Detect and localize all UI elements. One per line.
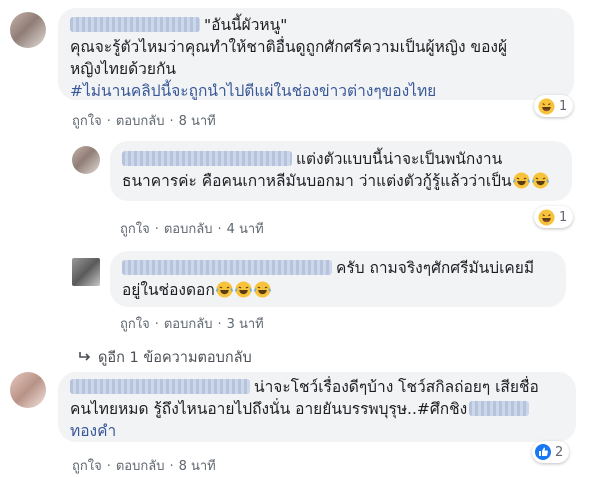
comment-time[interactable]: 8 นาที — [179, 114, 216, 129]
comment-4-line-1: น่าจะโชว์เรื่องดีๆบ้าง โชว์สกิลถ่อยๆ เสี… — [254, 378, 539, 396]
commenter-3-avatar[interactable] — [72, 258, 100, 286]
haha-emoji-icon — [538, 208, 555, 226]
reply-arrow-icon — [79, 352, 91, 361]
laughing-emoji-icon — [512, 172, 530, 189]
commenter-2-avatar[interactable] — [72, 146, 100, 174]
redacted-name[interactable] — [70, 17, 200, 32]
comment-2-reaction-count: 1 — [559, 209, 568, 225]
comment-2-line-1: แต่งตัวแบบนี้น่าจะเป็นพนักงาน — [296, 150, 503, 168]
view-more-replies-label: ดูอีก 1 ข้อความตอบกลับ — [98, 350, 252, 366]
reply-link[interactable]: ตอบกลับ — [116, 114, 165, 129]
comment-4-bubble: น่าจะโชว์เรื่องดีๆบ้าง โชว์สกิลถ่อยๆ เสี… — [58, 372, 576, 442]
comment-4-reaction[interactable]: 2 — [532, 441, 570, 463]
comment-1-hashtag[interactable]: #ไม่นานคลิปนี้จะถูกนำไปตีแผ่ในช่องข่าวต่… — [70, 80, 562, 102]
redacted-name[interactable] — [70, 379, 250, 394]
like-link[interactable]: ถูกใจ — [120, 317, 150, 332]
comment-1-line-2: หญิงไทยด้วยกัน — [70, 60, 176, 78]
reply-link[interactable]: ตอบกลับ — [164, 317, 213, 332]
laughing-emoji-icon — [531, 172, 549, 189]
laughing-emoji-icon — [234, 281, 252, 298]
comment-1-bubble: "อันนี้ผัวหนู" คุณจะรู้ตัวไหมว่าคุณทำให้… — [58, 8, 574, 100]
comment-1-actions: ถูกใจ · ตอบกลับ · 8 นาที — [72, 114, 216, 129]
commenter-1-avatar[interactable] — [10, 12, 46, 48]
comment-3-line-1: ครับ ถามจริงๆศักศรีมันบ่เคยมี — [336, 259, 535, 277]
redacted-name[interactable] — [122, 151, 292, 166]
view-more-replies-link[interactable]: ดูอีก 1 ข้อความตอบกลับ — [78, 346, 252, 369]
comment-4-line-2: คนไทยหมด รู้ถึงไหนอายไปถึงนั่น อายยันบรร… — [70, 400, 468, 418]
comment-4-line-3[interactable]: ทองคำ — [70, 420, 564, 442]
comment-4-actions: ถูกใจ · ตอบกลับ · 8 นาที — [72, 459, 216, 474]
like-thumb-icon — [535, 444, 551, 460]
comment-time[interactable]: 8 นาที — [179, 459, 216, 474]
comment-2-reaction[interactable]: 1 — [534, 206, 574, 228]
commenter-4-avatar[interactable] — [10, 372, 46, 408]
comment-2-line-2: ธนาคารค่ะ คือคนเกาหลีมันบอกมา ว่าแต่งตัว… — [122, 172, 512, 190]
like-link[interactable]: ถูกใจ — [120, 222, 150, 237]
comment-2-actions: ถูกใจ · ตอบกลับ · 4 นาที — [120, 222, 264, 237]
comment-time[interactable]: 4 นาที — [227, 222, 264, 237]
reply-link[interactable]: ตอบกลับ — [116, 459, 165, 474]
comment-4-reaction-count: 2 — [555, 444, 564, 460]
reply-link[interactable]: ตอบกลับ — [164, 222, 213, 237]
redacted-text — [469, 401, 530, 416]
comment-3-line-2: อยู่ในช่องดอก — [122, 281, 215, 299]
laughing-emoji-icon — [215, 281, 233, 298]
comment-1-reaction-count: 1 — [559, 98, 568, 114]
comment-3-bubble: ครับ ถามจริงๆศักศรีมันบ่เคยมี อยู่ในช่อง… — [110, 251, 566, 307]
comment-1-line-1: คุณจะรู้ตัวไหมว่าคุณทำให้ชาติอื่นดูถูกศั… — [70, 38, 508, 56]
laughing-emoji-icon — [253, 281, 271, 298]
redacted-name[interactable] — [122, 260, 332, 275]
comment-1-reaction[interactable]: 1 — [534, 95, 574, 117]
comment-1-header: "อันนี้ผัวหนู" — [204, 16, 288, 34]
comment-2-bubble: แต่งตัวแบบนี้น่าจะเป็นพนักงาน ธนาคารค่ะ … — [110, 141, 572, 201]
haha-emoji-icon — [538, 97, 555, 115]
comment-time[interactable]: 3 นาที — [227, 317, 264, 332]
like-link[interactable]: ถูกใจ — [72, 459, 102, 474]
like-link[interactable]: ถูกใจ — [72, 114, 102, 129]
comment-3-actions: ถูกใจ · ตอบกลับ · 3 นาที — [120, 317, 264, 332]
